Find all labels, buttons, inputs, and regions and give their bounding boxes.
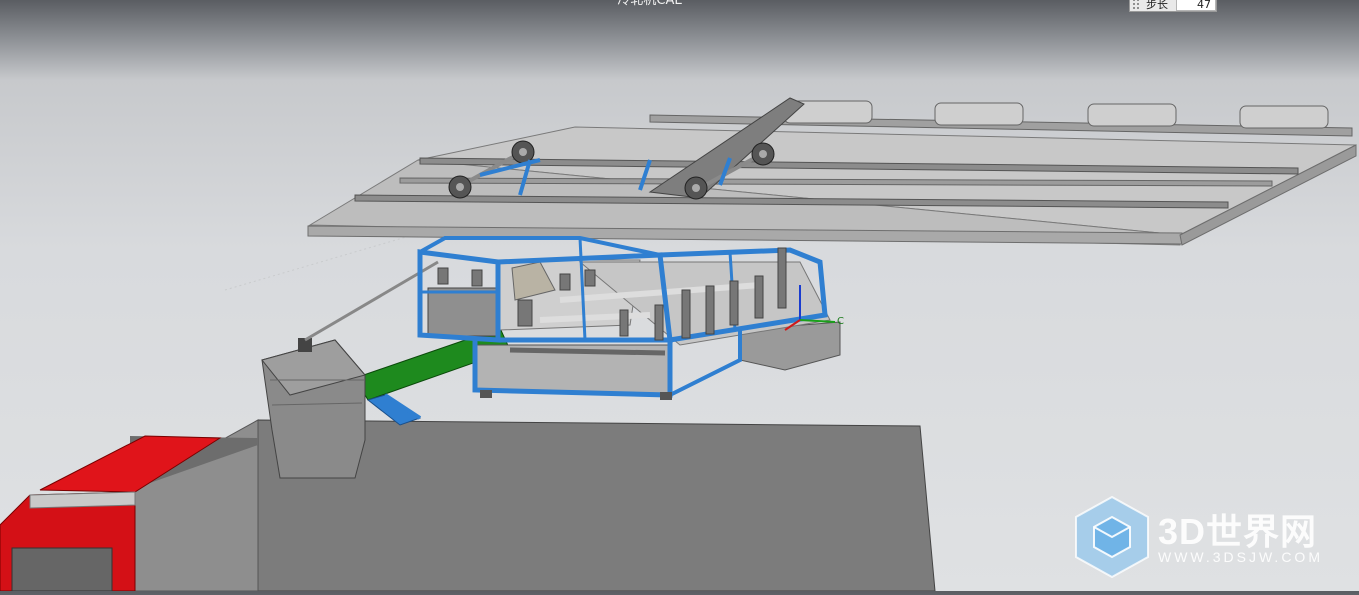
step-value-input[interactable]: 47 [1176,0,1216,11]
window-title: 冷轧机CAE [617,0,683,8]
drag-grip-icon[interactable] [1132,0,1140,10]
cube-logo-icon [1075,495,1149,579]
truck[interactable] [0,419,936,592]
truck-window [11,547,113,592]
cad-viewport[interactable]: C 冷轧机CAE 步长 47 3D世界网 WWW.3DSJW.COM [0,0,1359,592]
motor-box [427,287,499,337]
step-size-field[interactable]: 步长 47 [1129,0,1217,12]
axis-triad-label: C [837,316,844,327]
watermark-url: WWW.3DSJW.COM [1158,549,1323,565]
machine-frame[interactable] [417,236,841,400]
watermark-brand: 3D世界网 [1158,511,1318,552]
step-label: 步长 [1146,0,1168,11]
watermark: 3D世界网 WWW.3DSJW.COM [1072,495,1342,579]
hopper[interactable] [261,338,366,479]
hopper-cap [298,338,312,352]
reference-line [224,229,431,291]
